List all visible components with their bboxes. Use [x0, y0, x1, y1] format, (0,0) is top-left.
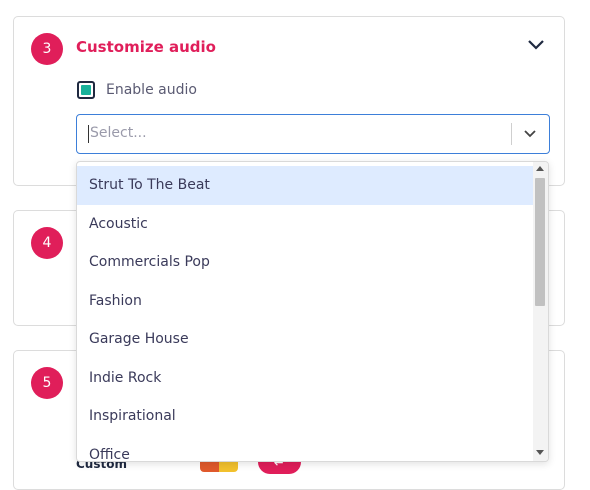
scrollbar-thumb[interactable]: [535, 178, 545, 306]
option-item[interactable]: Commercials Pop: [77, 243, 533, 282]
chevron-down-icon[interactable]: [526, 37, 546, 53]
chevron-down-icon[interactable]: [522, 127, 538, 141]
option-item[interactable]: Strut To The Beat: [77, 166, 533, 205]
text-cursor: [88, 125, 89, 143]
select-placeholder: Select...: [90, 125, 147, 141]
scroll-up-icon[interactable]: [536, 166, 544, 171]
option-item[interactable]: Inspirational: [77, 397, 533, 436]
checkbox-checked-fill: [81, 85, 91, 95]
enable-audio-checkbox[interactable]: [77, 81, 95, 99]
audio-track-select[interactable]: Select...: [76, 114, 550, 154]
enable-audio-label: Enable audio: [106, 82, 197, 98]
option-item[interactable]: Acoustic: [77, 205, 533, 244]
scroll-down-icon[interactable]: [536, 450, 544, 455]
section-title[interactable]: Customize audio: [76, 38, 216, 56]
enable-audio-row[interactable]: Enable audio: [77, 80, 197, 100]
step-number-4: 4: [31, 227, 63, 259]
option-item[interactable]: Fashion: [77, 282, 533, 321]
select-separator: [511, 123, 512, 145]
step-number-5: 5: [31, 367, 63, 399]
option-item[interactable]: Indie Rock: [77, 359, 533, 398]
step-number-3: 3: [31, 33, 63, 65]
option-item[interactable]: Garage House: [77, 320, 533, 359]
option-item[interactable]: Office: [77, 436, 533, 462]
audio-options-menu[interactable]: Strut To The Beat Acoustic Commercials P…: [76, 161, 549, 462]
scrollbar-track[interactable]: [533, 162, 548, 461]
